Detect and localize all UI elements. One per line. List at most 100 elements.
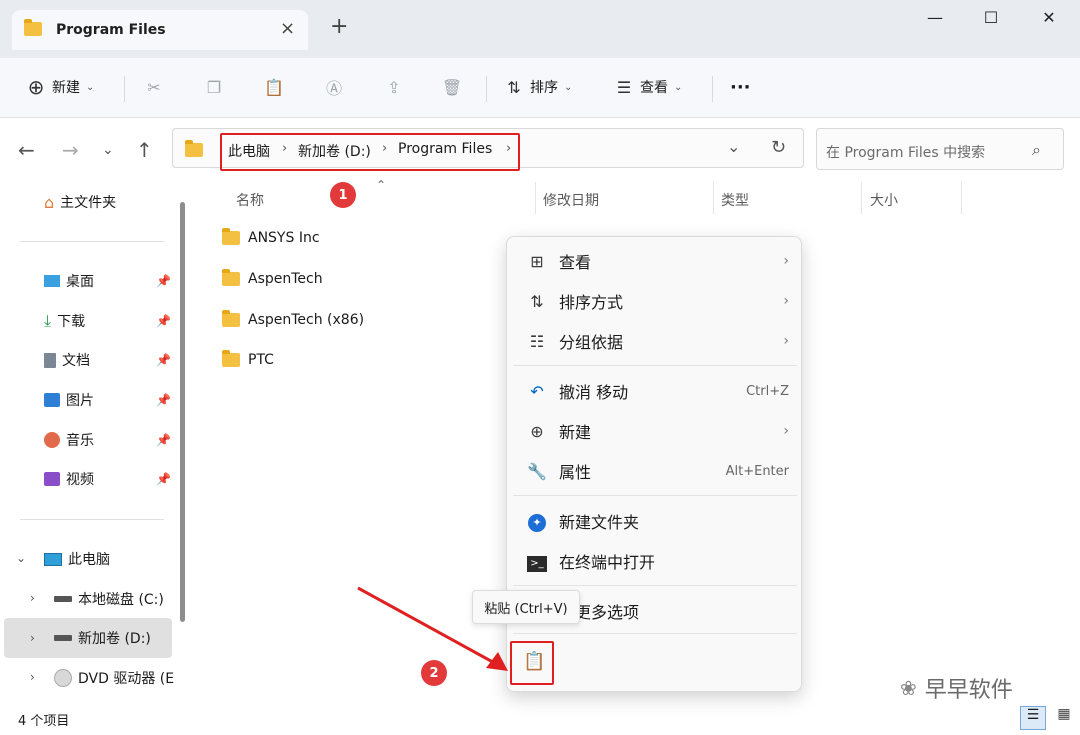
maximize-button[interactable]: ☐ [968,8,1014,32]
menu-item-sort[interactable]: ⇅ 排序方式 › [525,283,789,319]
folder-icon [222,269,240,286]
sidebar-item-pictures[interactable]: 图片 [44,388,94,412]
back-arrow-icon[interactable]: ← [18,138,35,162]
menu-item-new-folder[interactable]: ✦ 新建文件夹 [525,503,789,539]
column-divider[interactable] [535,182,536,214]
list-item[interactable]: ANSYS Inc [222,228,320,246]
delete-button[interactable]: 🗑 [442,72,462,102]
column-header-type[interactable]: 类型 [721,190,749,210]
videos-icon [44,472,60,486]
cut-button[interactable]: ✂ [144,72,164,102]
paste-button[interactable]: 📋 [264,72,284,102]
column-header-size[interactable]: 大小 [870,190,898,210]
column-header-name[interactable]: 名称 [236,190,264,210]
sidebar-item-drive-d[interactable]: 新加卷 (D:) [54,626,151,650]
forward-arrow-icon[interactable]: → [62,138,79,162]
menu-shortcut: Alt+Enter [725,463,789,479]
list-item[interactable]: PTC [222,350,274,368]
sidebar-item-this-pc[interactable]: 此电脑 [44,547,110,571]
sidebar-item-downloads[interactable]: ⤓ 下载 [44,309,85,333]
search-icon[interactable]: ⌕ [1032,140,1041,160]
expand-chevron-icon[interactable]: › [30,670,35,684]
collapse-chevron-icon[interactable]: ⌄ [16,551,26,565]
folder-icon [222,310,240,327]
column-divider[interactable] [861,182,862,214]
expand-chevron-icon[interactable]: › [30,631,35,645]
breadcrumb-chevron-icon[interactable]: › [382,141,387,156]
document-icon [44,352,56,368]
new-tab-button[interactable]: + [330,16,348,38]
sidebar-item-documents[interactable]: 文档 [44,348,90,372]
sidebar-item-label: 新加卷 (D:) [78,631,151,647]
sidebar-item-music[interactable]: 音乐 [44,428,94,452]
tab-close-icon[interactable]: × [280,18,295,39]
wechat-icon: ❀ [900,676,917,700]
address-dropdown-chevron-icon[interactable]: ⌄ [727,137,740,156]
refresh-icon[interactable]: ↻ [771,137,786,158]
pin-icon[interactable]: 📌 [156,433,171,447]
minimize-button[interactable]: — [912,8,958,32]
sidebar-item-dvd-drive[interactable]: DVD 驱动器 (E [54,666,174,690]
menu-item-view[interactable]: ⊞ 查看 › [525,243,789,279]
sidebar-item-label: 本地磁盘 (C:) [78,592,164,608]
breadcrumb-this-pc[interactable]: 此电脑 [228,141,270,161]
file-name: AspenTech (x86) [248,312,365,328]
terminal-icon: >_ [525,551,549,572]
tab-program-files[interactable]: Program Files × [12,10,308,50]
desktop-icon [44,275,60,287]
copy-button[interactable]: ❐ [204,72,224,102]
sidebar-item-home[interactable]: ⌂ 主文件夹 [44,190,116,214]
more-options-button[interactable]: ··· [730,72,751,102]
menu-item-label: 排序方式 [559,293,624,312]
menu-item-new[interactable]: ⊕ 新建 › [525,413,789,449]
list-view-icon: ☰ [616,77,632,97]
sidebar-item-label: 图片 [66,393,94,409]
menu-item-label: 撤消 移动 [559,383,629,402]
status-item-count: 4 个项目 [18,714,70,729]
toolbar-divider [124,76,125,102]
pin-icon[interactable]: 📌 [156,353,171,367]
close-window-button[interactable]: ✕ [1026,8,1072,32]
breadcrumb-drive-d[interactable]: 新加卷 (D:) [298,141,371,161]
sort-arrows-icon: ⇅ [530,291,544,311]
up-arrow-icon[interactable]: ↑ [136,138,153,162]
breadcrumb-program-files[interactable]: Program Files [398,141,492,157]
sidebar-item-label: 下载 [57,314,86,330]
drive-icon [54,635,72,641]
column-divider[interactable] [961,182,962,214]
expand-chevron-icon[interactable]: › [30,591,35,605]
sort-button[interactable]: ⇅ 排序 ⌄ [504,72,572,102]
pin-icon[interactable]: 📌 [156,274,171,288]
sidebar-divider [20,519,164,520]
menu-item-group[interactable]: ☷ 分组依据 › [525,323,789,359]
pin-icon[interactable]: 📌 [156,393,171,407]
trash-icon: 🗑 [441,77,463,97]
rename-button[interactable]: Ⓐ [324,72,344,102]
pin-icon[interactable]: 📌 [156,472,171,486]
rename-icon: Ⓐ [325,79,342,98]
column-divider[interactable] [713,182,714,214]
breadcrumb-chevron-icon[interactable]: › [506,141,511,156]
menu-item-undo[interactable]: ↶ 撤消 移动 Ctrl+Z [525,373,789,409]
sort-label: 排序 [530,80,558,96]
recent-locations-chevron-icon[interactable]: ⌄ [102,142,114,158]
menu-item-label: 属性 [559,463,592,482]
view-button[interactable]: ☰ 查看 ⌄ [614,72,683,102]
copy-icon: ❐ [206,77,222,97]
menu-item-properties[interactable]: 🔧 属性 Alt+Enter [525,453,789,489]
column-header-modified[interactable]: 修改日期 [543,190,599,210]
sidebar-item-drive-c[interactable]: 本地磁盘 (C:) [54,587,164,611]
sidebar-item-label: 桌面 [66,274,94,290]
pin-icon[interactable]: 📌 [156,314,171,328]
list-item[interactable]: AspenTech (x86) [222,310,365,328]
list-item[interactable]: AspenTech [222,269,323,287]
details-view-icon[interactable]: ☰ [1020,706,1046,730]
sidebar-item-videos[interactable]: 视频 [44,467,94,491]
sidebar-scrollbar[interactable] [180,202,185,622]
share-button[interactable]: ⇪ [384,72,404,102]
tiles-view-icon[interactable]: ▦ [1052,706,1076,730]
breadcrumb-chevron-icon[interactable]: › [282,141,287,156]
menu-item-terminal[interactable]: >_ 在终端中打开 [525,543,789,579]
new-button[interactable]: ⊕ 新建 ⌄ [26,72,95,102]
sidebar-item-desktop[interactable]: 桌面 [44,269,94,293]
